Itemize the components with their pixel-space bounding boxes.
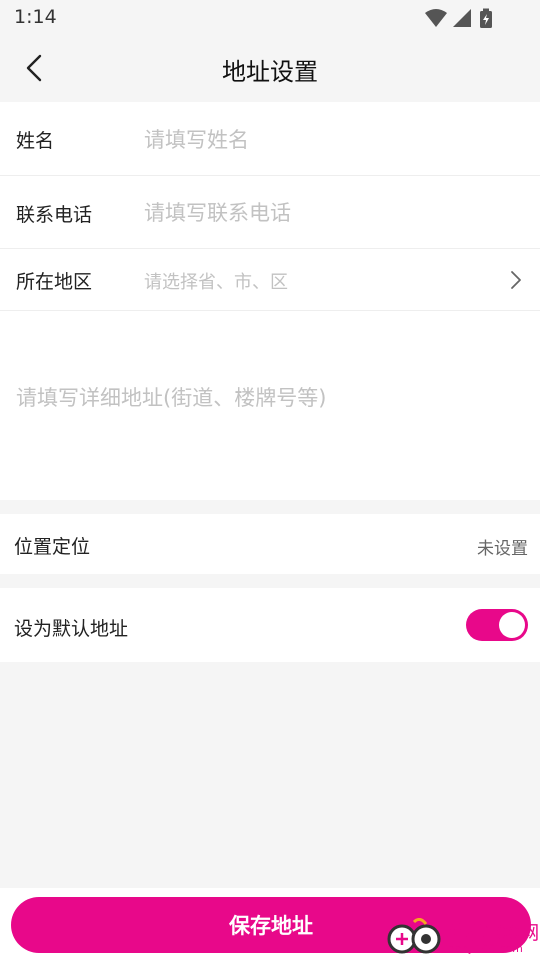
name-row: 姓名 bbox=[0, 102, 540, 176]
phone-row: 联系电话 bbox=[0, 176, 540, 249]
signal-icon bbox=[453, 9, 471, 27]
watermark-domain: danji100.com bbox=[448, 942, 523, 955]
page-title: 地址设置 bbox=[222, 58, 318, 86]
default-address-row: 设为默认地址 bbox=[0, 588, 540, 662]
name-label: 姓名 bbox=[16, 130, 55, 152]
phone-label: 联系电话 bbox=[16, 204, 93, 226]
region-selector[interactable]: 所在地区 请选择省、市、区 bbox=[0, 249, 540, 311]
status-bar: 1:14 bbox=[0, 0, 540, 36]
wifi-icon bbox=[425, 9, 447, 27]
status-icons bbox=[424, 8, 500, 28]
location-row[interactable]: 位置定位 未设置 bbox=[0, 514, 540, 574]
chevron-right-icon bbox=[511, 271, 521, 289]
phone-input[interactable] bbox=[144, 197, 520, 229]
region-placeholder: 请选择省、市、区 bbox=[144, 272, 288, 293]
watermark-logo-icon bbox=[387, 918, 441, 954]
location-label: 位置定位 bbox=[14, 536, 91, 558]
watermark: 单机100网 danji100.com bbox=[386, 918, 540, 958]
address-form: 姓名 联系电话 所在地区 请选择省、市、区 bbox=[0, 102, 540, 500]
status-time: 1:14 bbox=[14, 6, 57, 28]
toggle-knob bbox=[499, 612, 525, 638]
default-address-toggle[interactable] bbox=[466, 609, 528, 641]
name-input[interactable] bbox=[144, 124, 520, 156]
location-value: 未设置 bbox=[477, 539, 528, 559]
watermark-brand: 单机100网 bbox=[446, 922, 540, 944]
nav-bar: 地址设置 bbox=[0, 36, 540, 100]
detail-address-input[interactable] bbox=[16, 382, 524, 482]
default-address-label: 设为默认地址 bbox=[14, 618, 129, 640]
region-label: 所在地区 bbox=[16, 271, 93, 293]
battery-charging-icon bbox=[480, 8, 492, 28]
